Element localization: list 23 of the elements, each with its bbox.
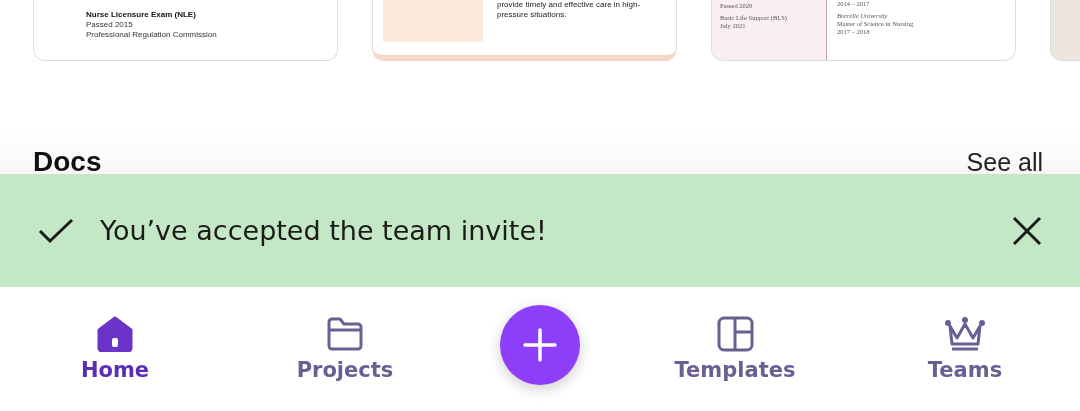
document-text: Nurse Licensure Exam (NLE) bbox=[86, 10, 197, 20]
design-thumbnail[interactable]: provide timely and effective care in high-pressure situations. bbox=[372, 0, 677, 61]
design-thumbnail[interactable]: Nurse Licensure Exam (NLE) Passed 2015 Professional Regulation Commission bbox=[33, 0, 338, 61]
design-thumbnail[interactable] bbox=[1050, 0, 1080, 61]
create-button[interactable] bbox=[500, 305, 580, 385]
toast-message: You’ve accepted the team invite! bbox=[100, 215, 548, 246]
section-title: Docs bbox=[33, 146, 102, 178]
folder-icon bbox=[326, 316, 364, 352]
document-text: provide timely and effective care in high-pressure situations. bbox=[496, 0, 642, 20]
plus-icon bbox=[523, 328, 557, 362]
nav-tab[interactable]: Home bbox=[0, 315, 230, 383]
document-text: Professional Regulation Commission bbox=[86, 30, 218, 40]
crown-icon bbox=[944, 316, 986, 352]
checkmark-icon bbox=[38, 217, 74, 244]
document-text: Passed 2015 bbox=[86, 20, 134, 30]
nav-tab[interactable]: Projects bbox=[230, 315, 460, 383]
close-button[interactable] bbox=[1012, 215, 1042, 246]
close-icon bbox=[1012, 215, 1042, 246]
home-icon bbox=[96, 316, 134, 352]
see-all-link[interactable]: See all bbox=[966, 147, 1043, 177]
nav-tab[interactable]: Templates bbox=[620, 315, 850, 383]
nav-tab[interactable]: Teams bbox=[850, 315, 1080, 383]
layout-icon bbox=[716, 316, 754, 352]
